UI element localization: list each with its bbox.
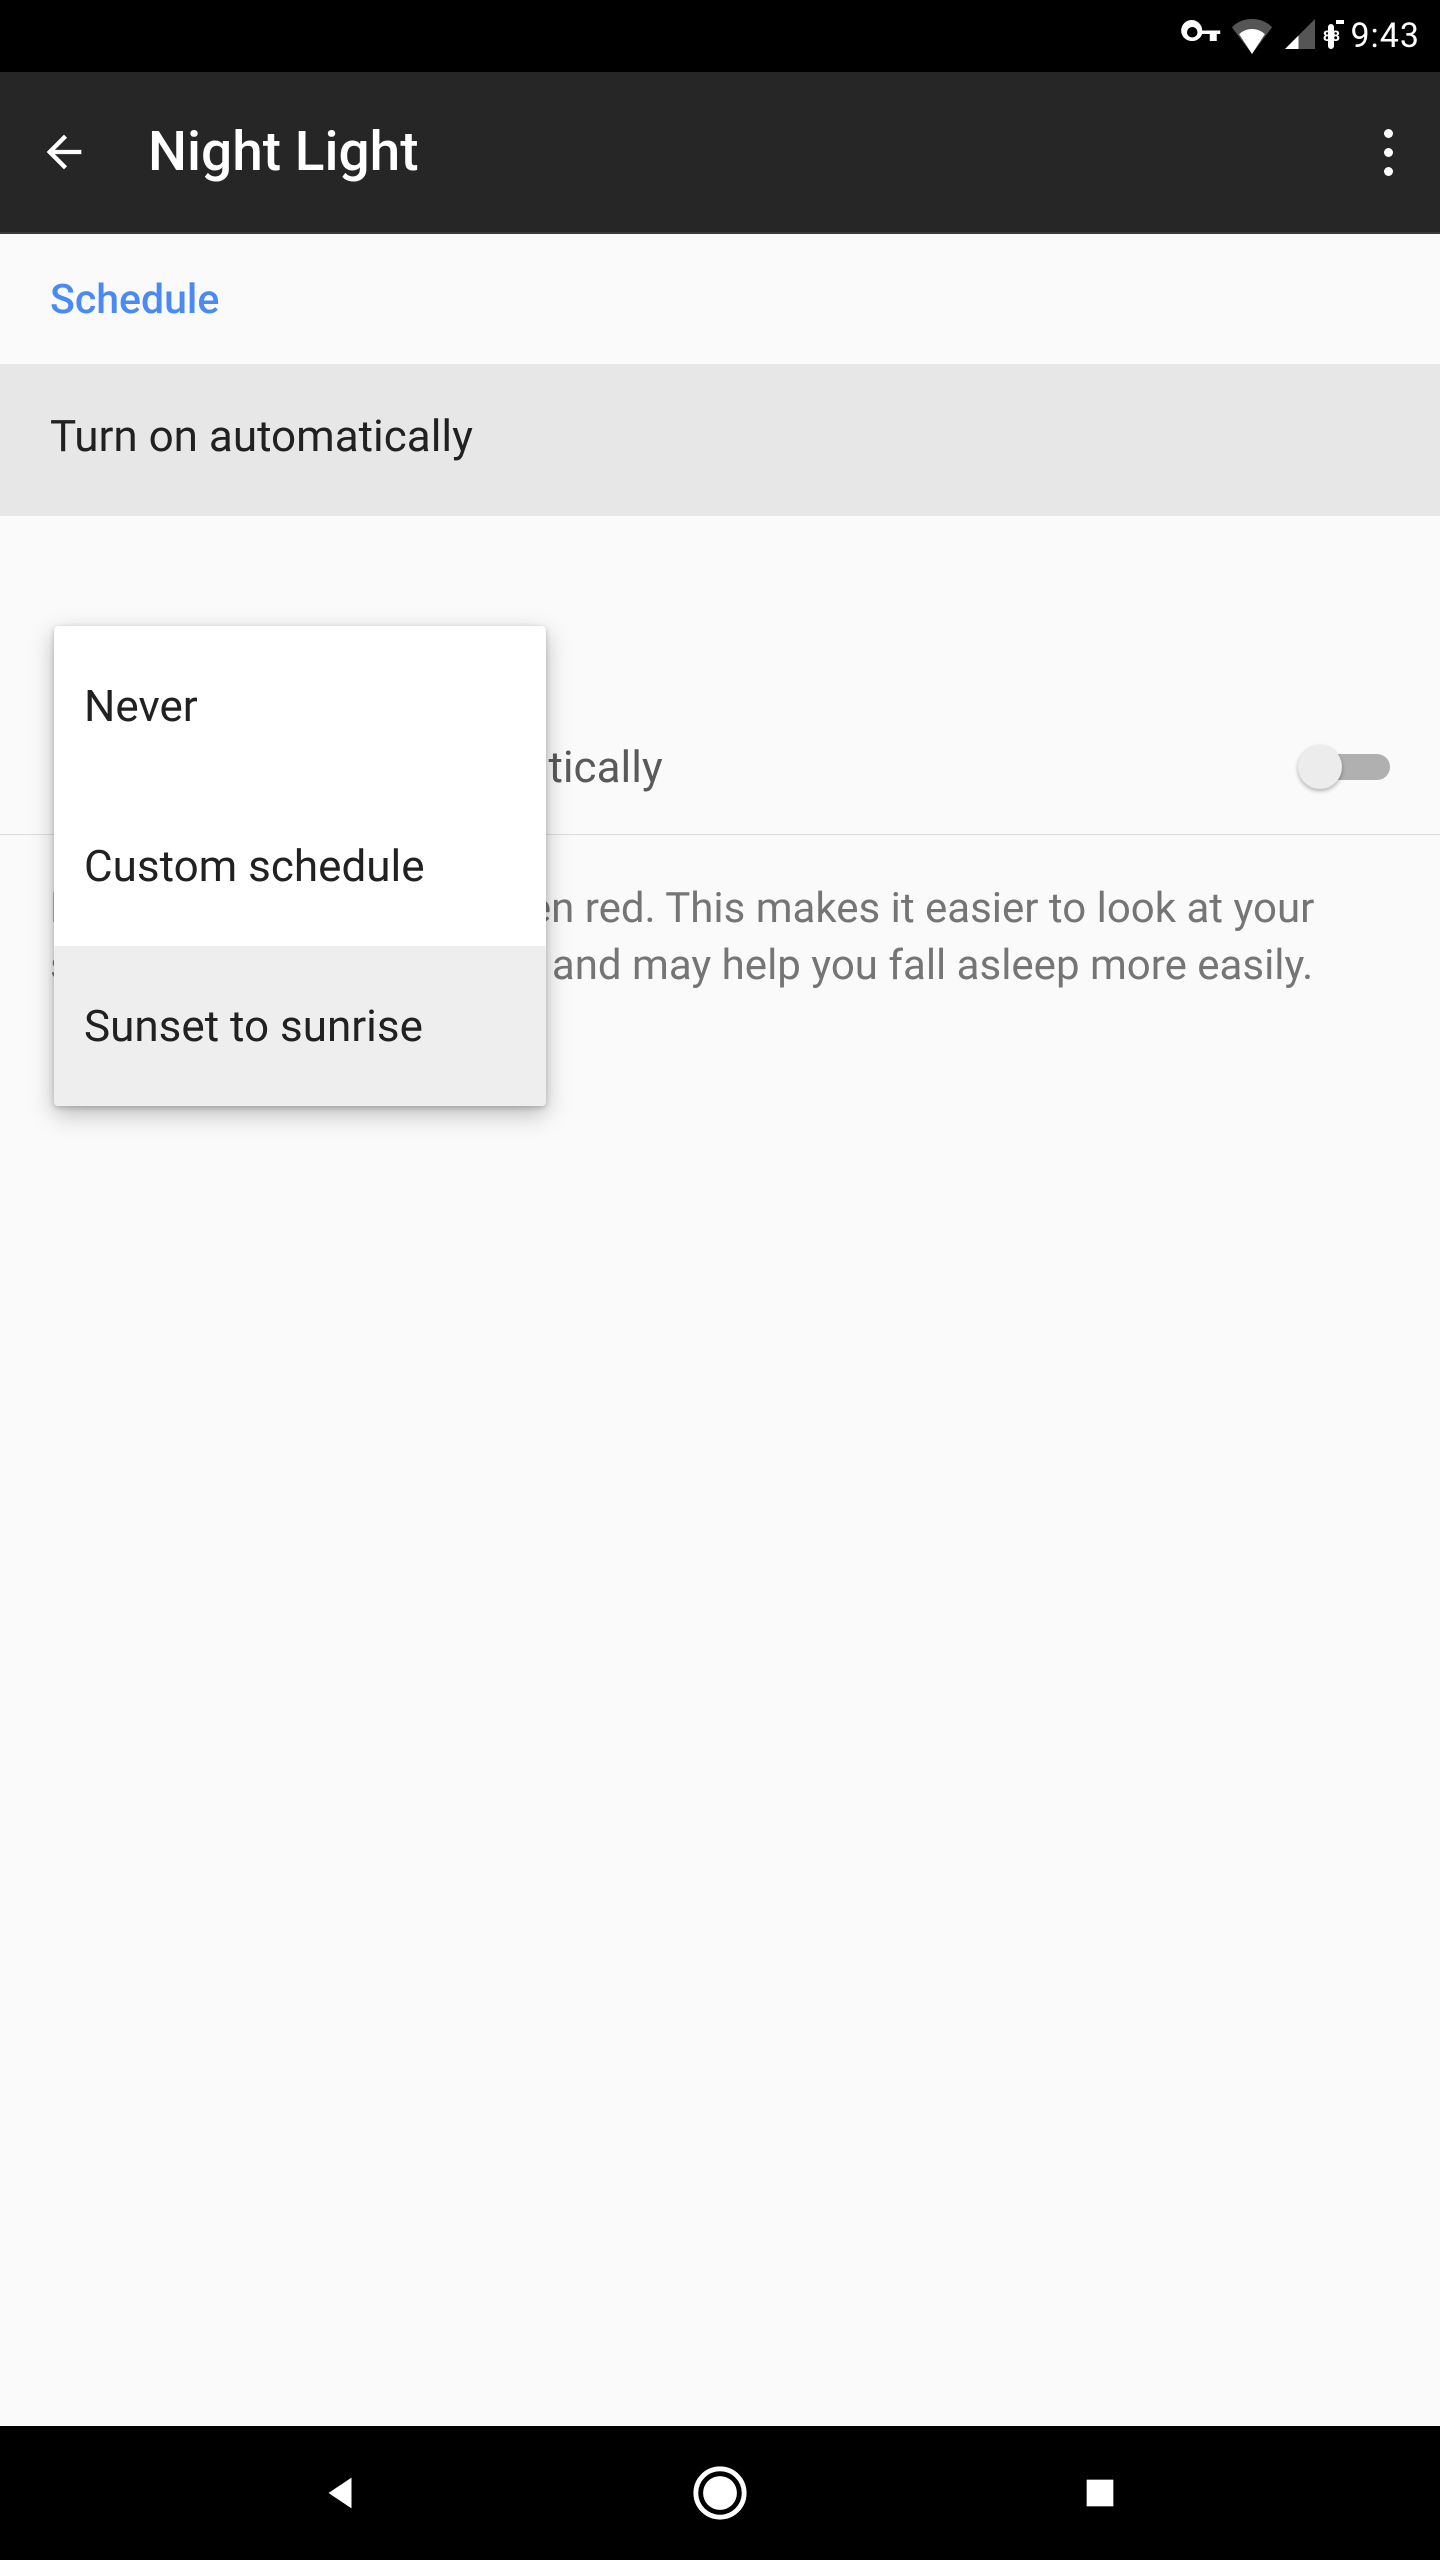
square-recents-icon (1080, 2473, 1120, 2513)
triangle-back-icon (317, 2470, 363, 2516)
popup-item-sunset-to-sunrise[interactable]: Sunset to sunrise (54, 946, 546, 1106)
switch-thumb (1298, 745, 1342, 789)
status-time: 9:43 (1350, 16, 1420, 56)
popup-item-label: Never (84, 680, 198, 732)
back-button[interactable] (28, 116, 100, 188)
battery-level: 88 (1323, 27, 1340, 45)
more-vert-icon (1384, 129, 1393, 176)
popup-item-custom-schedule[interactable]: Custom schedule (54, 786, 546, 946)
wifi-icon (1232, 14, 1272, 58)
status-switch[interactable] (1298, 740, 1390, 794)
nav-home-button[interactable] (680, 2453, 760, 2533)
pref-turn-on-automatically[interactable]: Turn on automatically (0, 364, 1440, 516)
nav-back-button[interactable] (300, 2453, 380, 2533)
battery-icon: 88 (1328, 27, 1334, 46)
section-header-label: Schedule (50, 276, 219, 324)
app-bar: Night Light (0, 72, 1440, 234)
popup-item-label: Custom schedule (84, 840, 425, 892)
page-title: Night Light (148, 120, 1364, 184)
schedule-popup-menu: Never Custom schedule Sunset to sunrise (54, 626, 546, 1106)
status-icons: 88 9:43 (1180, 13, 1420, 59)
cell-signal-icon (1282, 16, 1318, 56)
pref-title: Turn on automatically (50, 410, 1390, 462)
vpn-key-icon (1180, 13, 1222, 59)
arrow-back-icon (38, 126, 90, 178)
nav-recents-button[interactable] (1060, 2453, 1140, 2533)
navigation-bar (0, 2426, 1440, 2560)
popup-item-label: Sunset to sunrise (84, 1000, 423, 1052)
popup-item-never[interactable]: Never (54, 626, 546, 786)
circle-home-icon (691, 2464, 749, 2522)
overflow-menu-button[interactable] (1364, 116, 1412, 188)
status-bar: 88 9:43 (0, 0, 1440, 72)
section-header-schedule: Schedule (0, 234, 1440, 364)
